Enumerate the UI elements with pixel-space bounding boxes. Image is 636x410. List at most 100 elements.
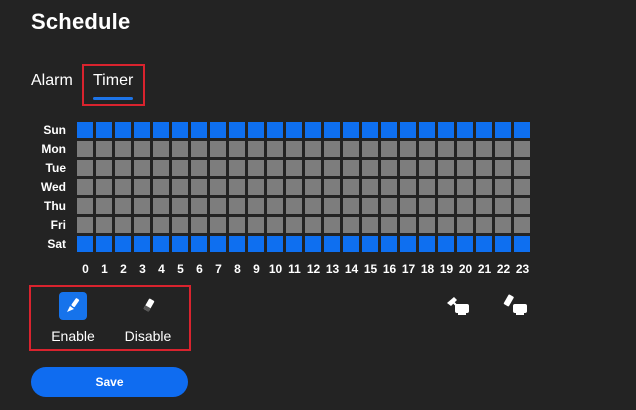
schedule-cell[interactable]: [514, 179, 530, 195]
schedule-cell[interactable]: [476, 198, 492, 214]
schedule-cell[interactable]: [210, 198, 226, 214]
schedule-cell[interactable]: [324, 217, 340, 233]
schedule-cell[interactable]: [457, 217, 473, 233]
schedule-cell[interactable]: [381, 179, 397, 195]
schedule-cell[interactable]: [153, 198, 169, 214]
schedule-cell[interactable]: [457, 236, 473, 252]
schedule-cell[interactable]: [267, 198, 283, 214]
schedule-cell[interactable]: [438, 141, 454, 157]
schedule-cell[interactable]: [286, 179, 302, 195]
schedule-cell[interactable]: [267, 236, 283, 252]
schedule-cell[interactable]: [381, 217, 397, 233]
schedule-cell[interactable]: [381, 236, 397, 252]
schedule-cell[interactable]: [115, 141, 131, 157]
schedule-cell[interactable]: [210, 141, 226, 157]
schedule-cell[interactable]: [96, 141, 112, 157]
schedule-cell[interactable]: [476, 122, 492, 138]
schedule-cell[interactable]: [457, 160, 473, 176]
schedule-cell[interactable]: [153, 160, 169, 176]
schedule-cell[interactable]: [134, 179, 150, 195]
schedule-cell[interactable]: [210, 122, 226, 138]
schedule-cell[interactable]: [286, 160, 302, 176]
schedule-cell[interactable]: [96, 236, 112, 252]
schedule-cell[interactable]: [267, 160, 283, 176]
schedule-cell[interactable]: [267, 141, 283, 157]
schedule-cell[interactable]: [267, 179, 283, 195]
schedule-cell[interactable]: [438, 179, 454, 195]
schedule-cell[interactable]: [438, 198, 454, 214]
schedule-cell[interactable]: [362, 122, 378, 138]
schedule-cell[interactable]: [210, 236, 226, 252]
schedule-cell[interactable]: [191, 236, 207, 252]
disable-tool[interactable]: Disable: [118, 292, 178, 344]
schedule-cell[interactable]: [153, 179, 169, 195]
schedule-cell[interactable]: [381, 141, 397, 157]
schedule-cell[interactable]: [172, 141, 188, 157]
schedule-cell[interactable]: [172, 160, 188, 176]
schedule-cell[interactable]: [229, 236, 245, 252]
schedule-cell[interactable]: [96, 198, 112, 214]
schedule-cell[interactable]: [229, 217, 245, 233]
schedule-cell[interactable]: [153, 122, 169, 138]
schedule-cell[interactable]: [96, 160, 112, 176]
schedule-cell[interactable]: [229, 160, 245, 176]
schedule-cell[interactable]: [191, 179, 207, 195]
schedule-cell[interactable]: [457, 179, 473, 195]
schedule-cell[interactable]: [134, 236, 150, 252]
schedule-cell[interactable]: [134, 141, 150, 157]
schedule-cell[interactable]: [476, 179, 492, 195]
schedule-cell[interactable]: [400, 141, 416, 157]
schedule-cell[interactable]: [362, 236, 378, 252]
schedule-cell[interactable]: [96, 217, 112, 233]
schedule-cell[interactable]: [229, 122, 245, 138]
schedule-cell[interactable]: [134, 122, 150, 138]
schedule-cell[interactable]: [438, 217, 454, 233]
schedule-cell[interactable]: [153, 141, 169, 157]
schedule-cell[interactable]: [514, 160, 530, 176]
schedule-cell[interactable]: [381, 198, 397, 214]
schedule-cell[interactable]: [286, 198, 302, 214]
schedule-cell[interactable]: [343, 198, 359, 214]
tab-alarm[interactable]: Alarm: [31, 72, 73, 90]
schedule-cell[interactable]: [343, 217, 359, 233]
schedule-cell[interactable]: [172, 198, 188, 214]
schedule-cell[interactable]: [77, 198, 93, 214]
schedule-cell[interactable]: [191, 160, 207, 176]
schedule-cell[interactable]: [191, 198, 207, 214]
schedule-cell[interactable]: [324, 179, 340, 195]
schedule-cell[interactable]: [77, 122, 93, 138]
schedule-cell[interactable]: [305, 179, 321, 195]
schedule-cell[interactable]: [343, 160, 359, 176]
schedule-cell[interactable]: [96, 122, 112, 138]
schedule-cell[interactable]: [362, 198, 378, 214]
schedule-cell[interactable]: [77, 160, 93, 176]
schedule-cell[interactable]: [419, 122, 435, 138]
schedule-cell[interactable]: [514, 217, 530, 233]
schedule-cell[interactable]: [248, 179, 264, 195]
schedule-cell[interactable]: [267, 122, 283, 138]
schedule-cell[interactable]: [419, 179, 435, 195]
schedule-cell[interactable]: [514, 198, 530, 214]
schedule-cell[interactable]: [324, 122, 340, 138]
schedule-cell[interactable]: [400, 179, 416, 195]
schedule-cell[interactable]: [438, 122, 454, 138]
schedule-cell[interactable]: [400, 122, 416, 138]
schedule-cell[interactable]: [381, 122, 397, 138]
schedule-cell[interactable]: [210, 179, 226, 195]
schedule-cell[interactable]: [476, 160, 492, 176]
schedule-cell[interactable]: [476, 236, 492, 252]
schedule-cell[interactable]: [248, 198, 264, 214]
schedule-cell[interactable]: [134, 217, 150, 233]
schedule-cell[interactable]: [495, 141, 511, 157]
schedule-cell[interactable]: [77, 236, 93, 252]
schedule-cell[interactable]: [191, 122, 207, 138]
schedule-cell[interactable]: [248, 141, 264, 157]
schedule-cell[interactable]: [362, 179, 378, 195]
schedule-cell[interactable]: [419, 236, 435, 252]
schedule-cell[interactable]: [400, 236, 416, 252]
schedule-cell[interactable]: [210, 217, 226, 233]
schedule-cell[interactable]: [305, 122, 321, 138]
schedule-cell[interactable]: [248, 217, 264, 233]
schedule-cell[interactable]: [248, 236, 264, 252]
schedule-cell[interactable]: [343, 179, 359, 195]
